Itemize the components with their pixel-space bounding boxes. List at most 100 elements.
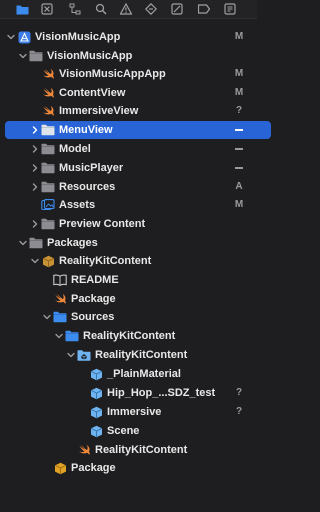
navigator-toolbar xyxy=(0,0,257,19)
tree-row[interactable]: _PlainMaterial xyxy=(5,365,271,383)
swift-icon xyxy=(41,104,55,118)
chevron-right-icon[interactable] xyxy=(30,140,40,158)
tree-row[interactable]: ImmersiveView? xyxy=(5,102,271,120)
tree-row[interactable]: RealityKitContent xyxy=(5,346,271,364)
swift-icon xyxy=(53,292,67,306)
tree-row-label: VisionMusicAppApp xyxy=(59,68,166,80)
tree-row-label: Package xyxy=(71,462,116,474)
tree-row-label: VisionMusicApp xyxy=(35,31,121,43)
status-badge: M xyxy=(234,199,244,210)
tree-row-label: Scene xyxy=(107,425,140,437)
folder-icon xyxy=(41,180,55,194)
tree-row-label: Hip_Hop_...SDZ_test xyxy=(107,387,216,399)
folder-blue-icon xyxy=(65,329,79,343)
search-icon[interactable] xyxy=(94,2,108,16)
breakpoint-icon[interactable] xyxy=(197,2,211,16)
tree-row[interactable]: Package xyxy=(5,290,271,308)
tree-row[interactable]: Assets M xyxy=(5,196,271,214)
tree-row-label: Packages xyxy=(47,237,98,249)
tree-row[interactable]: Scene xyxy=(5,422,271,440)
tree-row[interactable]: Immersive? xyxy=(5,403,271,421)
tag-icon[interactable] xyxy=(170,2,184,16)
folder-icon[interactable] xyxy=(15,2,29,16)
tree-row-label: MusicPlayer xyxy=(59,162,124,174)
tree-row[interactable]: MenuView xyxy=(5,121,271,139)
tree-row-label: Immersive xyxy=(107,406,162,418)
tree-row-label: RealityKitContent xyxy=(95,349,188,361)
folder-icon xyxy=(41,142,55,156)
tree-row[interactable]: RealityKitContent xyxy=(5,252,271,270)
tree-row-label: ImmersiveView xyxy=(59,105,139,117)
tree-row[interactable]: VisionMusicAppApp M xyxy=(5,65,271,83)
tree-row[interactable]: MusicPlayer xyxy=(5,159,271,177)
chevron-down-icon[interactable] xyxy=(18,234,28,252)
chevron-right-icon[interactable] xyxy=(30,121,40,139)
swift-icon xyxy=(41,67,55,81)
chevron-down-icon[interactable] xyxy=(66,346,76,364)
tree-row[interactable]: ContentView M xyxy=(5,84,271,102)
status-badge: ? xyxy=(235,387,243,398)
tree-row[interactable]: Preview Content xyxy=(5,215,271,233)
chevron-right-icon[interactable] xyxy=(30,159,40,177)
status-badge xyxy=(235,148,243,150)
project-icon xyxy=(17,30,31,44)
swift-icon xyxy=(41,86,55,100)
tree-row-label: Sources xyxy=(71,311,115,323)
diamond-icon[interactable] xyxy=(144,2,158,16)
assets-icon xyxy=(41,198,55,212)
chevron-down-icon[interactable] xyxy=(30,252,40,270)
entity-icon xyxy=(89,424,103,438)
tree-row[interactable]: RealityKitContent xyxy=(5,441,271,459)
tree-row-label: Package xyxy=(71,293,116,305)
tree-row-label: MenuView xyxy=(59,124,113,136)
tree-row[interactable]: README xyxy=(5,271,271,289)
tree-row[interactable]: RealityKitContent xyxy=(5,327,271,345)
tree-row-label: RealityKitContent xyxy=(95,444,188,456)
folder-icon xyxy=(41,161,55,175)
chevron-down-icon[interactable] xyxy=(6,28,16,46)
tree-row[interactable]: Sources xyxy=(5,308,271,326)
tree-row-label: _PlainMaterial xyxy=(107,368,181,380)
tree-row-label: Preview Content xyxy=(59,218,146,230)
chevron-down-icon[interactable] xyxy=(54,327,64,345)
status-badge: M xyxy=(234,68,244,79)
tree-row[interactable]: Package xyxy=(5,459,271,477)
chevron-right-icon[interactable] xyxy=(30,178,40,196)
status-badge: M xyxy=(234,87,244,98)
folder-blue-icon xyxy=(53,310,67,324)
tree-row[interactable]: VisionMusicApp xyxy=(5,47,271,65)
tree-row[interactable]: Resources A xyxy=(5,178,271,196)
close-square-icon[interactable] xyxy=(40,2,54,16)
chevron-down-icon[interactable] xyxy=(42,308,52,326)
tree-row[interactable]: Packages xyxy=(5,234,271,252)
tree-row[interactable]: Model xyxy=(5,140,271,158)
tree-row-label: README xyxy=(71,274,119,286)
tree-row-label: Resources xyxy=(59,181,116,193)
folder-icon xyxy=(41,123,55,137)
folder-icon xyxy=(41,217,55,231)
folder-icon xyxy=(29,236,43,250)
swift-icon xyxy=(77,443,91,457)
tree-row[interactable]: Hip_Hop_...SDZ_test? xyxy=(5,384,271,402)
tree-row-label: RealityKitContent xyxy=(83,330,176,342)
tree-row-label: Model xyxy=(59,143,91,155)
package-icon xyxy=(53,461,67,475)
book-icon xyxy=(53,273,67,287)
tree-row-label: Assets xyxy=(59,199,96,211)
folder-icon xyxy=(29,49,43,63)
status-badge: M xyxy=(234,31,244,42)
rkassets-icon xyxy=(77,348,91,362)
status-badge: A xyxy=(235,181,243,192)
tree-row[interactable]: VisionMusicApp M xyxy=(5,28,271,46)
report-icon[interactable] xyxy=(223,2,237,16)
warning-icon[interactable] xyxy=(119,2,133,16)
package-box-icon xyxy=(41,254,55,268)
chevron-right-icon[interactable] xyxy=(30,215,40,233)
chevron-down-icon[interactable] xyxy=(18,47,28,65)
status-badge xyxy=(235,129,243,131)
tree-row-label: VisionMusicApp xyxy=(47,50,133,62)
entity-icon xyxy=(89,367,103,381)
entity-icon xyxy=(89,405,103,419)
status-badge xyxy=(235,167,243,169)
hierarchy-icon[interactable] xyxy=(68,2,82,16)
